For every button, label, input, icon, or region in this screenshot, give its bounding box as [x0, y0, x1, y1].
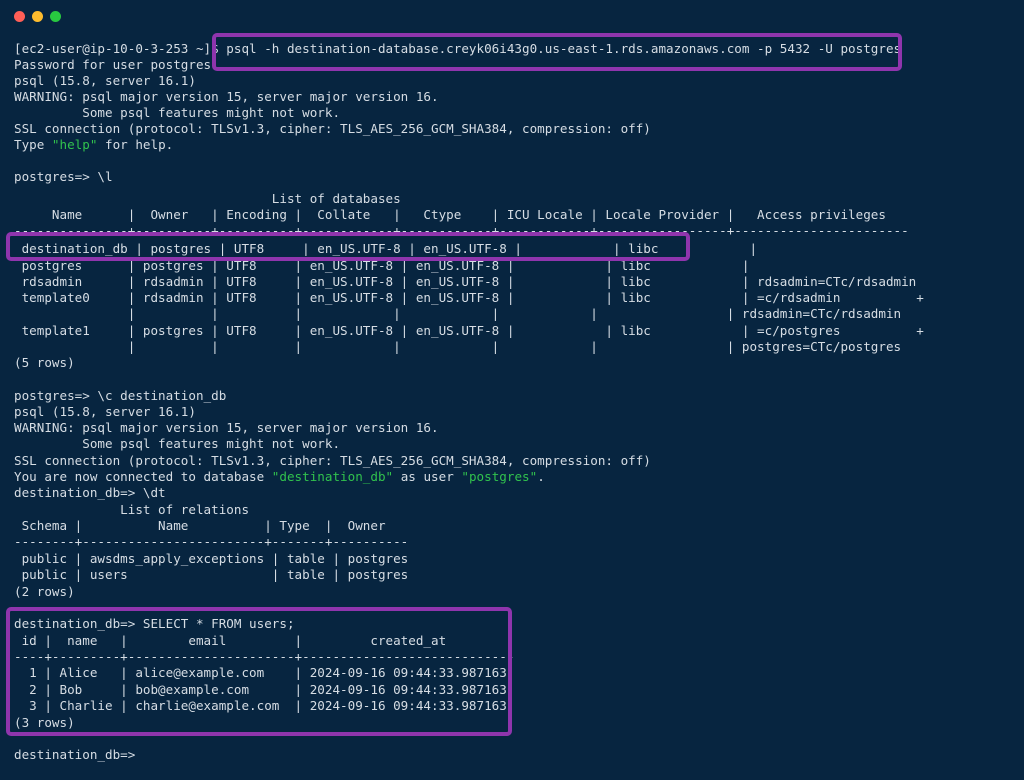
terminal-line: ---------------+----------+----------+--…	[14, 223, 909, 238]
terminal-line: Name | Owner | Encoding | Collate | Ctyp…	[14, 207, 886, 222]
minimize-window-button[interactable]	[32, 11, 43, 22]
terminal-line: WARNING: psql major version 15, server m…	[14, 420, 439, 435]
terminal-line: List of relations	[14, 502, 250, 517]
terminal-line: [ec2-user@ip-10-0-3-253 ~]$ psql -h dest…	[14, 41, 902, 56]
close-window-button[interactable]	[14, 11, 25, 22]
terminal-line: postgres=> \l	[14, 169, 113, 184]
terminal-line: ----+---------+----------------------+--…	[14, 649, 515, 664]
terminal-line: List of databases	[14, 191, 401, 206]
terminal-line: (3 rows)	[14, 715, 75, 730]
terminal-line: rdsadmin | rdsadmin | UTF8 | en_US.UTF-8…	[14, 274, 917, 289]
terminal-line: Password for user postgres:	[14, 57, 219, 72]
terminal-line: public | awsdms_apply_exceptions | table…	[14, 551, 409, 566]
terminal-line: destination_db=>	[14, 747, 136, 762]
terminal-line: id | name | email | created_at	[14, 633, 447, 648]
terminal-line: 2 | Bob | bob@example.com | 2024-09-16 0…	[14, 682, 507, 697]
terminal-line: postgres=> \c destination_db	[14, 388, 227, 403]
terminal-line: SSL connection (protocol: TLSv1.3, ciphe…	[14, 453, 651, 468]
terminal-line: | | | | | | | postgres=CTc/postgres	[14, 339, 902, 354]
terminal-line: psql (15.8, server 16.1)	[14, 73, 196, 88]
terminal-line: psql (15.8, server 16.1)	[14, 404, 196, 419]
terminal-line: Schema | Name | Type | Owner	[14, 518, 386, 533]
terminal-line: 1 | Alice | alice@example.com | 2024-09-…	[14, 665, 507, 680]
terminal-line: destination_db=> \dt	[14, 485, 166, 500]
terminal-line: WARNING: psql major version 15, server m…	[14, 89, 439, 104]
terminal-line: (5 rows)	[14, 355, 75, 370]
terminal-line: template1 | postgres | UTF8 | en_US.UTF-…	[14, 323, 924, 338]
terminal-line: SSL connection (protocol: TLSv1.3, ciphe…	[14, 121, 651, 136]
terminal-line: Some psql features might not work.	[14, 436, 341, 451]
terminal-line: public | users | table | postgres	[14, 567, 409, 582]
terminal-line: 3 | Charlie | charlie@example.com | 2024…	[14, 698, 507, 713]
terminal-line: template0 | rdsadmin | UTF8 | en_US.UTF-…	[14, 290, 924, 305]
maximize-window-button[interactable]	[50, 11, 61, 22]
terminal-line: (2 rows)	[14, 584, 75, 599]
terminal-output[interactable]: [ec2-user@ip-10-0-3-253 ~]$ psql -h dest…	[0, 30, 1024, 780]
terminal-line: You are now connected to database "desti…	[14, 469, 545, 484]
terminal-line: destination_db | postgres | UTF8 | en_US…	[14, 241, 758, 256]
terminal-line: | | | | | | | rdsadmin=CTc/rdsadmin	[14, 306, 902, 321]
terminal-line: Type "help" for help.	[14, 137, 174, 152]
title-bar	[0, 0, 1024, 30]
terminal-line: Some psql features might not work.	[14, 105, 341, 120]
terminal-line: --------+------------------------+------…	[14, 534, 409, 549]
terminal-window: [ec2-user@ip-10-0-3-253 ~]$ psql -h dest…	[0, 0, 1024, 780]
terminal-line: destination_db=> SELECT * FROM users;	[14, 616, 295, 631]
terminal-line: postgres | postgres | UTF8 | en_US.UTF-8…	[14, 258, 750, 273]
